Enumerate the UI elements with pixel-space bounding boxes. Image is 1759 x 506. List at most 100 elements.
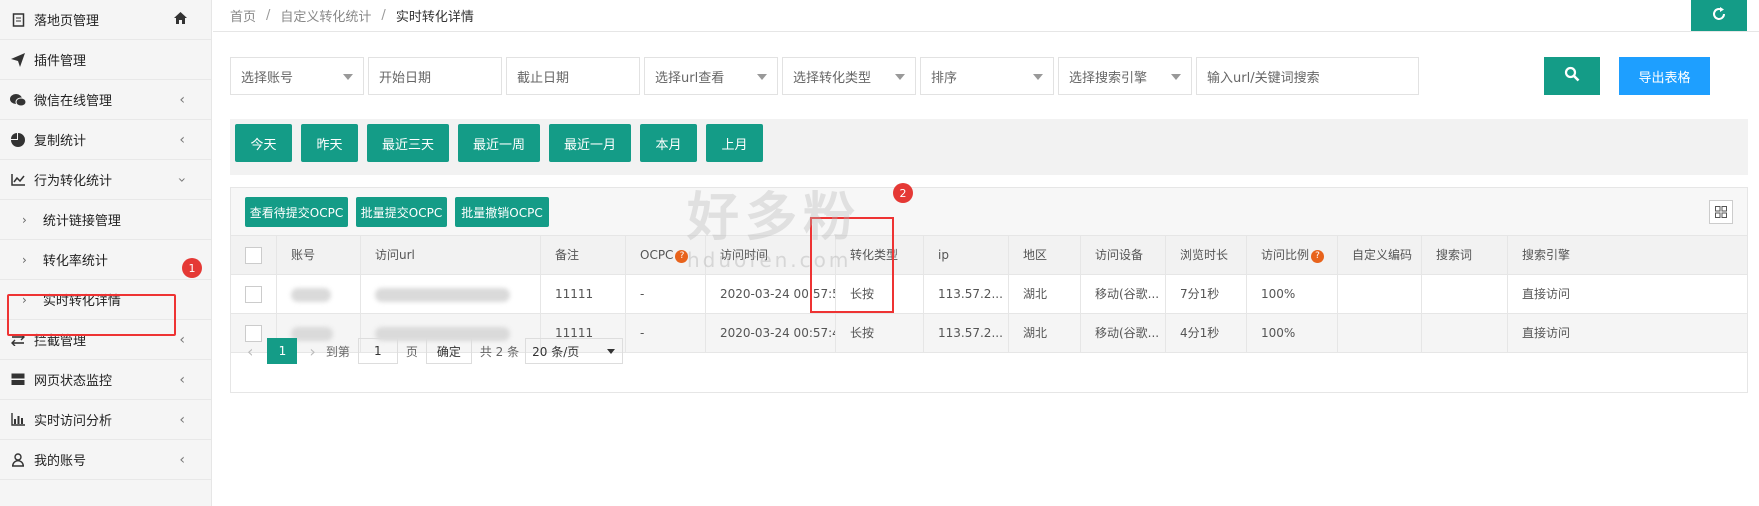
chevron-left-icon: ‹ [179, 372, 185, 388]
search-engine-select[interactable]: 选择搜索引擎 [1058, 57, 1192, 95]
sidebar-item-label: 网页状态监控 [34, 374, 113, 389]
main-content: 首页 / 自定义转化统计 / 实时转化详情 选择账号 开始日期 截止日期 选择u… [213, 0, 1759, 506]
filter-bar: 选择账号 开始日期 截止日期 选择url查看 选择转化类型 排序 选择搜索引擎 … [230, 57, 1423, 95]
caret-down-icon [1033, 74, 1043, 80]
batch-submit-ocpc-button[interactable]: 批量提交OCPC [356, 197, 447, 227]
batch-revoke-ocpc-button[interactable]: 批量撤销OCPC [455, 197, 549, 227]
col-search-engine: 搜索引擎 [1507, 236, 1592, 275]
export-button[interactable]: 导出表格 [1619, 57, 1710, 95]
sort-select[interactable]: 排序 [920, 57, 1054, 95]
end-date-input[interactable]: 截止日期 [506, 57, 640, 95]
sidebar: 落地页管理 插件管理 微信在线管理 ‹ 复制统计 ‹ 行为转化统计 ‹ › 统计… [0, 0, 212, 506]
sidebar-item-label: 我的账号 [34, 454, 87, 469]
date-button-prev-month[interactable]: 上月 [706, 124, 763, 162]
keyword-search-input[interactable]: 输入url/关键词搜索 [1196, 57, 1419, 95]
sidebar-item-label: 转化率统计 [42, 254, 108, 269]
date-button-this-month[interactable]: 本月 [640, 124, 697, 162]
select-all-cell [231, 236, 276, 275]
highlight-box-sidebar [7, 294, 176, 336]
breadcrumb-separator: / [266, 8, 271, 23]
date-button-today[interactable]: 今天 [235, 124, 292, 162]
home-icon[interactable] [174, 12, 187, 28]
sidebar-item-my-account[interactable]: 我的账号 ‹ [0, 440, 211, 480]
pie-chart-icon [10, 132, 26, 148]
col-ocpc: OCPC? [625, 236, 705, 275]
chevron-left-icon: ‹ [179, 412, 185, 428]
date-button-last-3-days[interactable]: 最近三天 [367, 124, 449, 162]
date-button-last-month[interactable]: 最近一月 [549, 124, 631, 162]
column-settings-icon[interactable] [1709, 200, 1733, 224]
help-icon[interactable]: ? [675, 250, 689, 263]
date-button-last-week[interactable]: 最近一周 [458, 124, 540, 162]
next-page-icon[interactable]: › [309, 342, 315, 361]
search-engine-label: 选择搜索引擎 [1069, 70, 1148, 86]
sidebar-item-link-management[interactable]: › 统计链接管理 [0, 200, 211, 240]
refresh-button[interactable] [1691, 0, 1747, 31]
caret-down-icon [895, 74, 905, 80]
breadcrumb-current: 实时转化详情 [395, 10, 474, 25]
row-checkbox[interactable] [245, 286, 262, 303]
account-select[interactable]: 选择账号 [230, 57, 364, 95]
cell-url [360, 275, 540, 314]
chevron-right-icon: › [22, 252, 27, 267]
caret-down-icon [1171, 74, 1181, 80]
page-jump-confirm-button[interactable]: 确定 [425, 338, 472, 364]
table-header-row: 账号 访问url 备注 OCPC? 访问时间 转化类型 ip 地区 访问设备 浏… [231, 236, 1747, 275]
help-icon[interactable]: ? [1311, 250, 1325, 263]
date-quick-bar: 今天 昨天 最近三天 最近一周 最近一月 本月 上月 [230, 119, 1748, 175]
end-date-placeholder: 截止日期 [517, 70, 570, 86]
pagination: ‹ 1 › 到第 1 页 确定 共 2 条 20 条/页 [231, 328, 1747, 374]
sidebar-item-label: 复制统计 [34, 134, 87, 149]
sidebar-item-behavior-stats[interactable]: 行为转化统计 ‹ [0, 160, 211, 200]
conversion-type-select[interactable]: 选择转化类型 [782, 57, 916, 95]
bar-chart-icon [10, 412, 26, 428]
breadcrumb-separator: / [381, 8, 386, 23]
date-button-yesterday[interactable]: 昨天 [301, 124, 358, 162]
col-custom-code: 自定义编码 [1337, 236, 1421, 275]
table-row[interactable]: 11111 - 2020-03-24 00:57:51 长按 113.57.2.… [231, 275, 1747, 314]
sidebar-item-label: 微信在线管理 [34, 94, 113, 109]
col-search-term: 搜索词 [1421, 236, 1507, 275]
sidebar-item-label: 实时访问分析 [34, 414, 113, 429]
annotation-badge-2: 2 [893, 183, 913, 203]
search-button[interactable] [1544, 57, 1600, 95]
chevron-right-icon: › [22, 212, 27, 227]
page-size-select[interactable]: 20 条/页 [525, 338, 624, 364]
select-all-checkbox[interactable] [245, 247, 262, 264]
chevron-left-icon: ‹ [179, 132, 185, 148]
page-unit-label: 页 [405, 344, 418, 359]
breadcrumb-parent[interactable]: 自定义转化统计 [280, 6, 371, 25]
breadcrumb: 首页 / 自定义转化统计 / 实时转化详情 [213, 0, 1759, 32]
page-size-label: 20 条/页 [532, 344, 580, 359]
sidebar-item-wechat[interactable]: 微信在线管理 ‹ [0, 80, 211, 120]
url-select[interactable]: 选择url查看 [644, 57, 778, 95]
account-select-label: 选择账号 [241, 70, 294, 86]
view-pending-ocpc-button[interactable]: 查看待提交OCPC [245, 197, 348, 227]
server-icon [10, 372, 26, 388]
sidebar-item-copy-stats[interactable]: 复制统计 ‹ [0, 120, 211, 160]
sidebar-item-page-monitor[interactable]: 网页状态监控 ‹ [0, 360, 211, 400]
sidebar-item-conversion-rate[interactable]: › 转化率统计 [0, 240, 211, 280]
prev-page-icon[interactable]: ‹ [247, 342, 253, 361]
sidebar-item-landing-page[interactable]: 落地页管理 [0, 0, 211, 40]
start-date-input[interactable]: 开始日期 [368, 57, 502, 95]
wechat-icon [10, 92, 26, 108]
cell-search-engine: 直接访问 [1507, 275, 1592, 314]
caret-down-icon [343, 74, 353, 80]
col-ratio-label: 访问比例 [1261, 248, 1310, 262]
sidebar-item-label: 插件管理 [34, 54, 87, 69]
breadcrumb-home[interactable]: 首页 [230, 6, 256, 25]
total-count: 共 2 条 [479, 344, 520, 359]
col-note: 备注 [540, 236, 625, 275]
cell-search-term [1421, 275, 1507, 314]
col-duration: 浏览时长 [1165, 236, 1246, 275]
sidebar-item-realtime-analysis[interactable]: 实时访问分析 ‹ [0, 400, 211, 440]
page-number-current[interactable]: 1 [267, 338, 298, 364]
sidebar-item-label: 行为转化统计 [34, 174, 113, 189]
sidebar-item-label: 统计链接管理 [42, 214, 121, 229]
caret-down-icon [757, 74, 767, 80]
redacted-account [291, 287, 331, 302]
sidebar-item-plugins[interactable]: 插件管理 [0, 40, 211, 80]
chevron-down-icon: ‹ [174, 177, 191, 183]
page-jump-input[interactable]: 1 [357, 338, 398, 364]
